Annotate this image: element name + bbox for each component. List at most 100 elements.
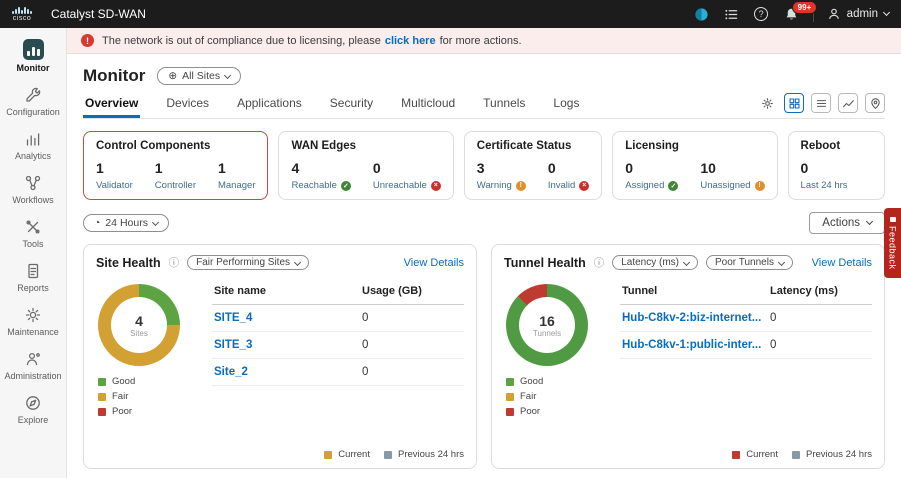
cisco-logo: cisco	[12, 7, 32, 22]
legend-swatch	[324, 451, 332, 459]
tunnel-link[interactable]: Hub-C8kv-1:public-inter...	[622, 339, 761, 351]
document-icon	[24, 262, 42, 280]
filter-row: ◔ 24 Hours Actions	[83, 212, 885, 234]
site-health-donut: 4 Sites	[98, 284, 180, 366]
time-range-dropdown[interactable]: ◔ 24 Hours	[83, 214, 169, 232]
license-compliance-banner: ! The network is out of compliance due t…	[67, 28, 901, 54]
site-link[interactable]: SITE_3	[214, 339, 252, 351]
map-pin-icon	[869, 97, 882, 110]
main-area: ! The network is out of compliance due t…	[67, 28, 901, 478]
site-health-footer-legend: Current Previous 24 hrs	[324, 449, 464, 460]
feedback-tab[interactable]: Feedback	[884, 208, 901, 278]
health-card-row: Site Health ⓘ Fair Performing Sites View…	[83, 244, 885, 469]
grid-icon	[788, 97, 801, 110]
tab-bar: Overview Devices Applications Security M…	[83, 90, 885, 119]
list-view-button[interactable]	[811, 93, 831, 113]
site-health-view-details-link[interactable]: View Details	[404, 257, 464, 269]
warning-circle-icon: !	[755, 181, 765, 191]
site-selector-dropdown[interactable]: ⊕ All Sites	[157, 67, 241, 85]
chevron-down-icon	[294, 258, 301, 265]
legend-swatch	[792, 451, 800, 459]
legend-swatch	[506, 393, 514, 401]
banner-text: The network is out of compliance due to …	[102, 35, 522, 47]
tab-logs[interactable]: Logs	[551, 90, 581, 118]
tab-multicloud[interactable]: Multicloud	[399, 90, 457, 118]
legend-swatch	[98, 378, 106, 386]
dashboard-settings-gear-icon[interactable]	[757, 93, 777, 113]
warning-circle-icon: !	[516, 181, 526, 191]
sidebar-item-monitor[interactable]: Monitor	[0, 32, 66, 79]
compass-icon	[24, 394, 42, 412]
info-icon[interactable]: ⓘ	[594, 255, 605, 270]
help-icon[interactable]: ?	[753, 6, 770, 23]
tab-devices[interactable]: Devices	[164, 90, 211, 118]
tunnel-health-view-details-link[interactable]: View Details	[812, 257, 872, 269]
task-list-icon[interactable]	[723, 6, 740, 23]
bar-chart-icon	[24, 130, 42, 148]
map-view-button[interactable]	[865, 93, 885, 113]
sidebar: Monitor Configuration Analytics Workflow…	[0, 28, 67, 478]
catalyst-sdwan-app: cisco Catalyst SD-WAN ? 99+ admin	[0, 0, 901, 478]
tunnel-metric-dropdown[interactable]: Latency (ms)	[612, 255, 698, 270]
site-health-legend: Good Fair Poor	[98, 376, 202, 417]
notifications-bell-icon[interactable]: 99+	[783, 6, 800, 23]
certificate-status-card[interactable]: Certificate Status 3Warning! 0Invalid×	[464, 131, 603, 200]
tunnel-health-donut: 16 Tunnels	[506, 284, 588, 366]
site-health-filter-dropdown[interactable]: Fair Performing Sites	[187, 255, 309, 270]
theme-icon[interactable]	[693, 6, 710, 23]
tunnel-health-legend: Good Fair Poor	[506, 376, 610, 417]
table-row: Hub-C8kv-2:biz-internet... 0	[620, 305, 872, 332]
sidebar-item-administration[interactable]: Administration	[0, 343, 66, 387]
chevron-down-icon	[683, 258, 690, 265]
sparkline-icon	[842, 97, 855, 110]
wan-edges-card[interactable]: WAN Edges 4Reachable✓ 0Unreachable×	[278, 131, 453, 200]
chart-view-button[interactable]	[838, 93, 858, 113]
actions-button[interactable]: Actions	[809, 212, 885, 234]
reboot-card[interactable]: Reboot 0Last 24 hrs	[788, 131, 885, 200]
tunnel-health-title: Tunnel Health	[504, 256, 586, 270]
page-title: Monitor	[83, 66, 145, 86]
table-row: SITE_3 0	[212, 332, 464, 359]
sidebar-item-tools[interactable]: Tools	[0, 211, 66, 255]
tab-security[interactable]: Security	[328, 90, 375, 118]
licensing-card[interactable]: Licensing 0Assigned✓ 10Unassigned!	[612, 131, 777, 200]
info-icon[interactable]: ⓘ	[169, 255, 180, 270]
sidebar-item-analytics[interactable]: Analytics	[0, 123, 66, 167]
tunnel-link[interactable]: Hub-C8kv-2:biz-internet...	[622, 312, 761, 324]
donut-center-label: Tunnels	[533, 329, 561, 338]
sidebar-item-reports[interactable]: Reports	[0, 255, 66, 299]
control-components-card[interactable]: Control Components 1Validator 1Controlle…	[83, 131, 268, 200]
tab-overview[interactable]: Overview	[83, 90, 140, 118]
chevron-down-icon	[778, 258, 785, 265]
topbar-actions: ? 99+ admin	[693, 6, 889, 23]
table-row: Hub-C8kv-1:public-inter... 0	[620, 332, 872, 359]
tab-tunnels[interactable]: Tunnels	[481, 90, 527, 118]
table-header-row: Site name Usage (GB)	[212, 278, 464, 305]
notification-count-badge: 99+	[792, 1, 818, 14]
summary-card-row: Control Components 1Validator 1Controlle…	[83, 131, 885, 200]
user-menu[interactable]: admin	[827, 7, 889, 21]
admin-user-icon	[24, 350, 42, 368]
grid-view-button[interactable]	[784, 93, 804, 113]
site-link[interactable]: Site_2	[214, 366, 248, 378]
tab-applications[interactable]: Applications	[235, 90, 304, 118]
legend-swatch	[98, 408, 106, 416]
table-row: SITE_4 0	[212, 305, 464, 332]
legend-swatch	[506, 378, 514, 386]
site-link[interactable]: SITE_4	[214, 312, 252, 324]
sidebar-item-workflows[interactable]: Workflows	[0, 167, 66, 211]
sidebar-item-explore[interactable]: Explore	[0, 387, 66, 431]
tunnel-filter-dropdown[interactable]: Poor Tunnels	[706, 255, 793, 270]
top-bar: cisco Catalyst SD-WAN ? 99+ admin	[0, 0, 901, 28]
user-icon	[827, 7, 841, 21]
donut-center-label: Sites	[130, 329, 148, 338]
click-here-link[interactable]: click here	[385, 35, 436, 47]
cisco-logo-bars	[12, 7, 32, 14]
sidebar-item-maintenance[interactable]: Maintenance	[0, 299, 66, 343]
site-health-title: Site Health	[96, 256, 161, 270]
tunnel-health-card: Tunnel Health ⓘ Latency (ms) Poor Tunnel…	[491, 244, 885, 469]
sidebar-item-configuration[interactable]: Configuration	[0, 79, 66, 123]
error-circle-icon: ×	[579, 181, 589, 191]
clock-icon: ◔	[94, 217, 100, 229]
warning-icon: !	[81, 34, 94, 47]
